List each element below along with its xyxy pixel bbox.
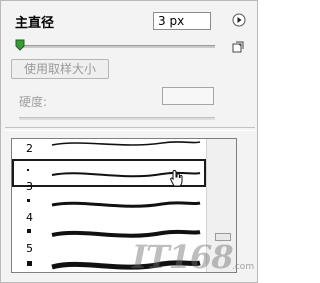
- watermark-suffix: .com: [232, 262, 255, 272]
- diameter-label: 主直径: [15, 16, 55, 31]
- watermark-logo: IT168: [132, 238, 234, 276]
- brush-stroke-preview: [51, 141, 201, 146]
- diameter-slider-track[interactable]: [19, 45, 215, 48]
- hardness-slider-track[interactable]: [19, 117, 215, 120]
- use-sample-size-button[interactable]: 使用取样大小: [11, 59, 109, 79]
- reset-size-icon[interactable]: [232, 41, 244, 53]
- divider: [5, 127, 255, 131]
- hardness-label: 硬度:: [19, 95, 48, 109]
- hand-cursor-icon: [170, 169, 183, 187]
- preset-row[interactable]: [12, 187, 206, 215]
- brush-tip-dot: [27, 169, 29, 171]
- panel-menu-icon[interactable]: [232, 13, 246, 27]
- preset-row[interactable]: 2: [12, 139, 206, 155]
- brush-tip-dot: [27, 199, 30, 202]
- brush-stroke-preview: [51, 201, 201, 208]
- hardness-input[interactable]: [162, 87, 214, 105]
- diameter-slider-thumb[interactable]: [15, 39, 25, 51]
- diameter-input[interactable]: [153, 12, 211, 30]
- brush-tip-dot: [27, 261, 32, 266]
- brush-tip-dot: [27, 229, 31, 233]
- preset-size-label: 2: [26, 142, 33, 155]
